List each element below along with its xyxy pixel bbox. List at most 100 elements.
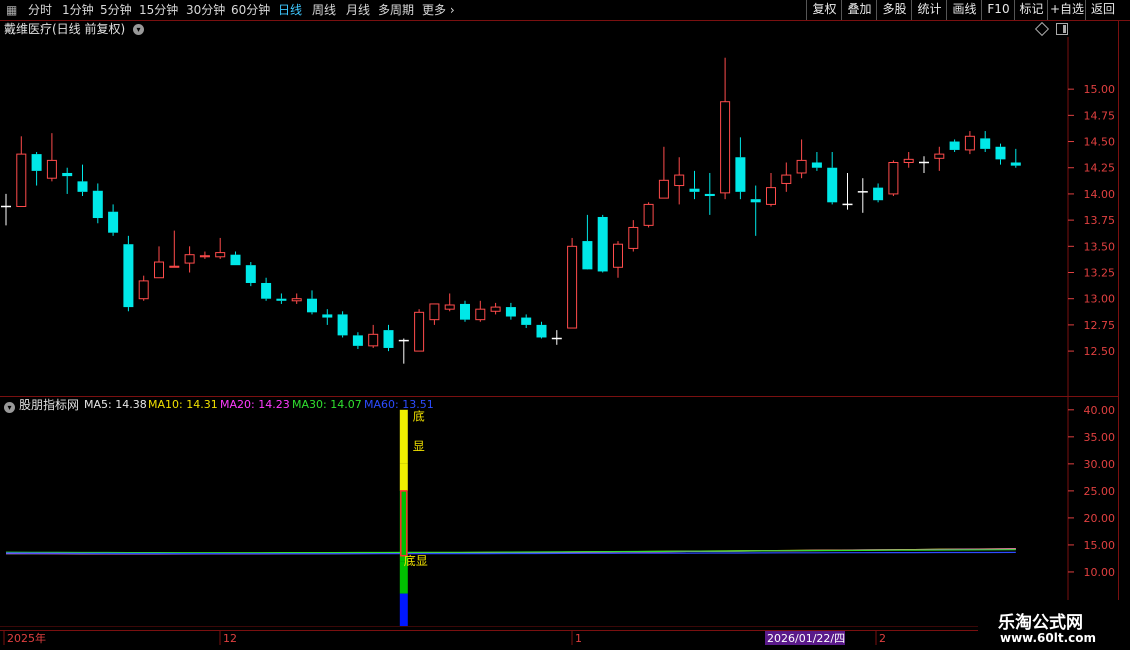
candle-body <box>291 298 302 302</box>
candle-body <box>750 199 761 203</box>
candle <box>658 146 669 199</box>
candle-body <box>934 153 945 159</box>
indicator-tick-label: 35.00 <box>1084 431 1116 444</box>
candle-body <box>980 138 991 149</box>
candle <box>475 300 486 322</box>
ma-label-0: MA5: 14.38 <box>84 398 147 411</box>
candle <box>888 160 899 197</box>
candle-body <box>383 330 394 348</box>
candle-body <box>567 245 578 329</box>
chart-canvas[interactable]: 12.50 12.75 13.00 13.25 13.50 13.75 14.00 14.25… <box>0 0 1130 650</box>
candle <box>842 172 853 210</box>
candle <box>613 241 623 278</box>
indicator-name: 股朋指标网 <box>19 398 80 412</box>
indicator-dropdown-icon[interactable]: ▾ <box>4 402 15 413</box>
candle <box>536 321 547 339</box>
candle-body <box>689 188 700 192</box>
candle <box>674 157 685 205</box>
indicator-tick-label: 20.00 <box>1084 512 1116 525</box>
candle-body <box>475 308 486 321</box>
candle <box>964 131 975 155</box>
candle-body <box>46 159 57 179</box>
candle <box>429 303 440 325</box>
candle-body <box>536 324 547 338</box>
candle <box>796 139 807 179</box>
candle <box>230 251 241 266</box>
candle-body <box>444 304 455 310</box>
candle-body <box>429 303 440 321</box>
candle <box>307 290 317 315</box>
candle <box>46 133 57 182</box>
candle-body <box>138 280 149 300</box>
candle <box>291 293 302 304</box>
candle <box>444 293 455 312</box>
signal-text-bottom: 底显 <box>404 553 428 568</box>
candle-body <box>123 244 134 308</box>
candle <box>628 220 639 252</box>
price-tick-label: 13.25 <box>1084 267 1116 280</box>
signal-bar: 底显底显 <box>399 409 428 626</box>
candle-body <box>77 181 88 192</box>
candle-body <box>582 241 593 270</box>
candle <box>199 251 210 259</box>
ma-label-2: MA20: 14.23 <box>220 398 290 411</box>
candle-body <box>352 335 363 346</box>
indicator-tick-label: 40.00 <box>1084 404 1116 417</box>
candle-body <box>414 311 425 352</box>
candle <box>138 275 149 301</box>
candle <box>245 262 256 287</box>
candle-body <box>16 153 27 207</box>
candle-body <box>92 190 103 219</box>
candle <box>551 330 562 345</box>
candle <box>337 311 348 338</box>
signal-text-top: 显 <box>413 440 425 454</box>
candle <box>857 178 868 213</box>
signal-segment <box>399 593 408 626</box>
candle-body <box>276 298 287 301</box>
candle-body <box>245 265 256 283</box>
candle-body <box>704 193 715 197</box>
candle <box>123 235 134 312</box>
candle <box>720 57 731 200</box>
candle-body <box>903 158 914 163</box>
brand-watermark: 乐淘公式网 www.60lt.com <box>978 600 1130 650</box>
indicator-tick-label: 10.00 <box>1084 566 1116 579</box>
candle <box>31 152 42 186</box>
price-tick-label: 14.25 <box>1084 162 1116 175</box>
candle-body <box>505 307 516 317</box>
candle-body <box>811 162 822 168</box>
candle <box>811 152 822 171</box>
candle-body <box>322 314 333 318</box>
candle-body <box>949 141 960 150</box>
candle <box>1 193 11 226</box>
candle <box>643 202 654 228</box>
price-tick-label: 12.75 <box>1084 319 1116 332</box>
candle-body <box>490 306 501 312</box>
candle-body <box>873 187 884 201</box>
candle-body <box>521 317 532 325</box>
ma-label-4: MA60: 13.51 <box>364 398 434 411</box>
candle-body <box>62 172 73 177</box>
ma-label-1: MA10: 14.31 <box>148 398 218 411</box>
ma-label-3: MA30: 14.07 <box>292 398 362 411</box>
candle-body <box>31 154 42 171</box>
candle <box>62 167 73 194</box>
candle <box>322 309 333 325</box>
candle-body <box>735 157 746 192</box>
candle-body <box>628 226 639 249</box>
candle <box>827 152 838 205</box>
time-label: 2025年 <box>7 631 46 645</box>
candle-body <box>766 187 776 205</box>
candle <box>949 139 960 153</box>
candle <box>582 214 593 270</box>
candle-body <box>215 252 226 258</box>
candle <box>521 314 532 329</box>
candle <box>490 302 501 315</box>
price-tick-label: 15.00 <box>1084 83 1116 96</box>
candle <box>934 146 945 171</box>
candle-body <box>169 265 180 268</box>
candle <box>689 170 700 200</box>
candle <box>92 183 103 224</box>
candle-body <box>108 211 119 233</box>
indicator-tick-label: 15.00 <box>1084 539 1116 552</box>
